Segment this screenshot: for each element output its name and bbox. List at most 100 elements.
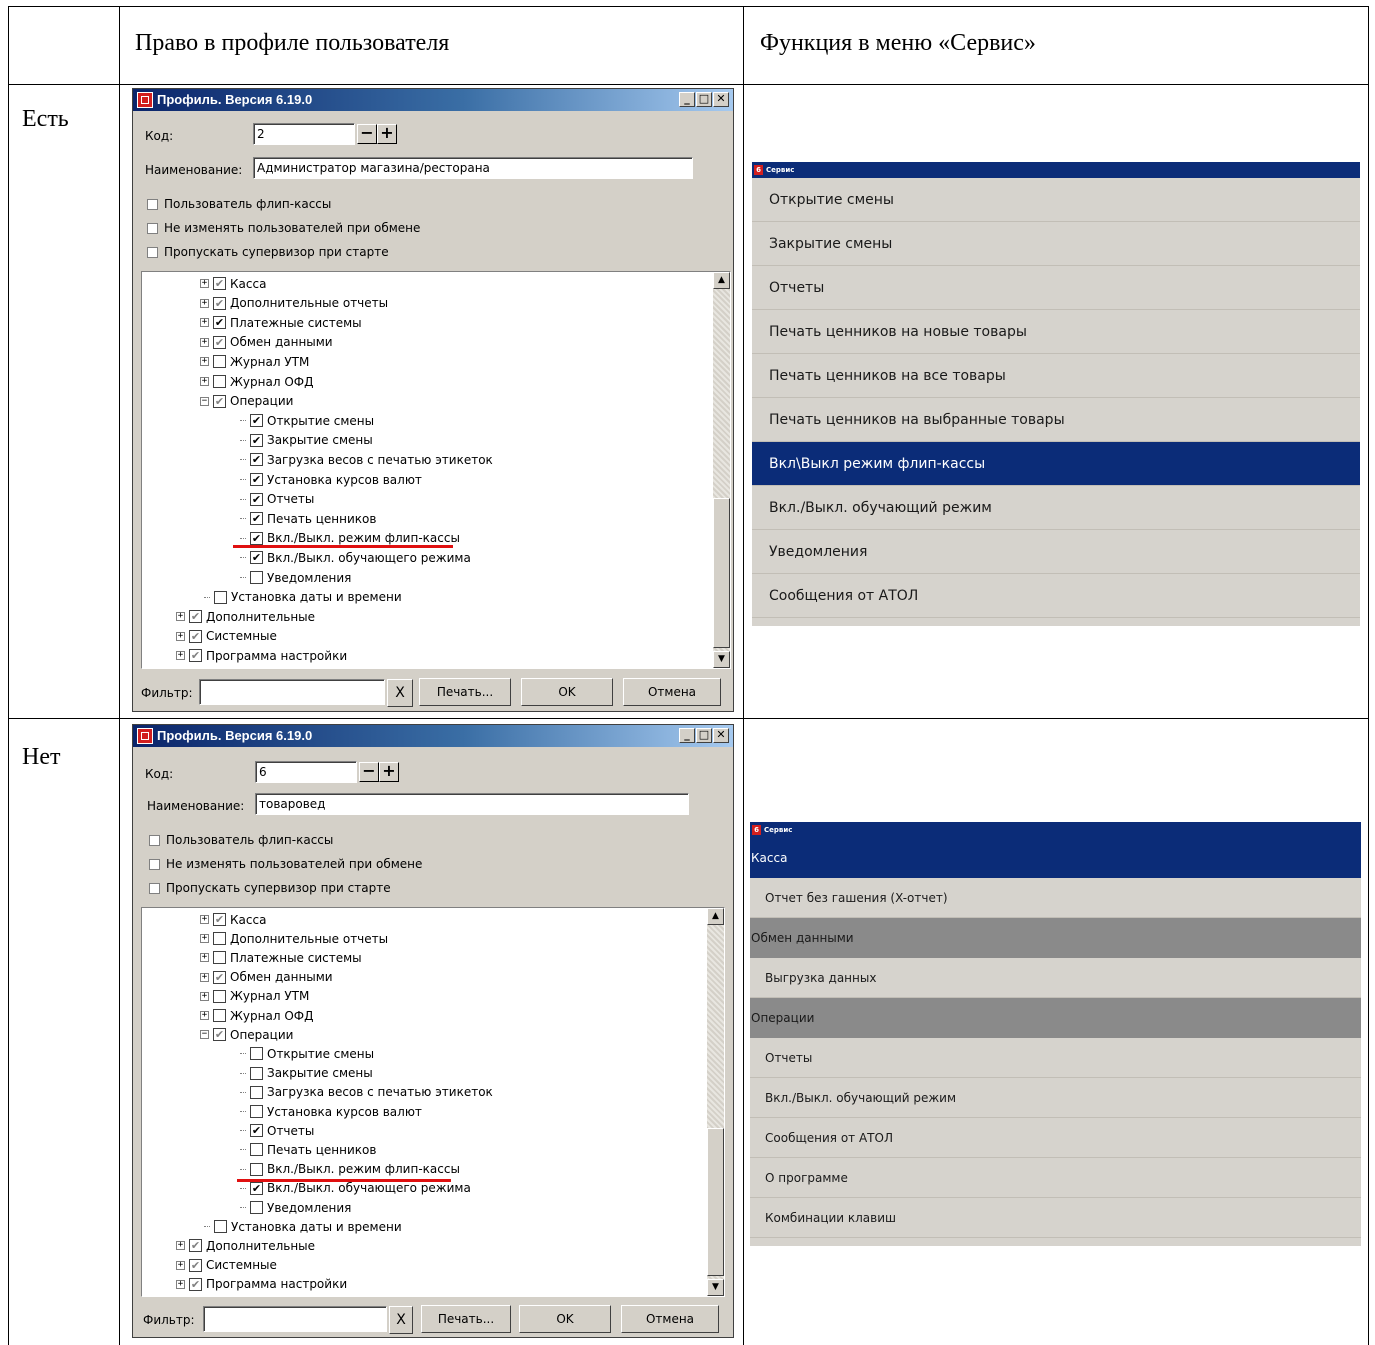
service-menu-group[interactable]: Обмен данными [750,918,1361,958]
scroll-down-arrow-icon[interactable]: ▼ [707,1279,724,1296]
tree-node[interactable]: + ✔ Системные [176,1256,277,1275]
tree-checkbox[interactable]: ✔ [189,1239,202,1253]
permissions-tree[interactable]: ▲ ▼ + ✔ Касса + Дополнительные отчеты + Платеж… [141,907,725,1297]
collapse-icon[interactable]: − [200,396,209,406]
tree-node[interactable]: ✔ Печать ценников [240,509,376,528]
tree-checkbox[interactable] [250,1162,263,1176]
minimize-button[interactable]: _ [679,728,695,743]
service-menu-item[interactable]: Сообщения от АТОЛ [752,574,1360,618]
service-menu-item[interactable]: Открытие смены [752,178,1360,222]
tree-node[interactable]: Открытие смены [240,1044,374,1063]
filter-input[interactable] [203,1306,387,1332]
close-button[interactable]: ✕ [713,728,729,743]
service-menu-item[interactable]: Печать ценников на новые товары [752,310,1360,354]
checkbox-no-change-users[interactable]: Не изменять пользователей при обмене [147,221,420,235]
service-menu-item[interactable]: Печать ценников на все товары [752,354,1360,398]
collapse-icon[interactable]: − [200,1030,209,1040]
tree-checkbox[interactable]: ✔ [213,296,226,310]
expand-icon[interactable]: + [176,631,185,641]
tree-checkbox[interactable] [250,1047,263,1061]
service-menu-item[interactable]: Вкл\Выкл режим флип-кассы [752,442,1360,486]
tree-checkbox[interactable]: ✔ [213,970,226,984]
print-button[interactable]: Печать... [419,678,511,706]
expand-icon[interactable]: + [200,972,209,982]
tree-node[interactable]: Загрузка весов с печатью этикеток [240,1083,493,1102]
tree-checkbox[interactable] [250,1085,263,1099]
tree-checkbox[interactable]: ✔ [213,394,226,408]
expand-icon[interactable]: + [176,612,185,622]
tree-node[interactable]: Установка даты и времени [204,588,402,607]
service-menu-item[interactable]: Печать ценников на выбранные товары [752,398,1360,442]
expand-icon[interactable]: + [176,1279,185,1289]
tree-node[interactable]: Вкл./Выкл. режим флип-кассы [240,1160,460,1179]
tree-node[interactable]: + Журнал ОФД [200,1006,313,1025]
tree-node[interactable]: + ✔ Дополнительные [176,1236,315,1255]
tree-checkbox[interactable]: ✔ [189,649,202,663]
tree-checkbox[interactable] [213,375,226,388]
expand-icon[interactable]: + [200,377,209,386]
tree-scrollbar[interactable]: ▲ ▼ [707,908,724,1296]
decrement-button[interactable]: − [359,762,379,782]
service-menu-item[interactable]: Вкл./Выкл. обучающий режим [750,1078,1361,1118]
tree-node[interactable]: − ✔ Операции [200,392,293,411]
dialog-titlebar[interactable]: Профиль. Версия 6.19.0 _ □ ✕ [133,89,733,111]
service-menu-item[interactable]: О программе [750,1158,1361,1198]
tree-checkbox[interactable]: ✔ [189,1277,202,1291]
tree-checkbox[interactable]: ✔ [213,277,226,290]
tree-node[interactable]: + ✔ Касса [200,274,266,293]
expand-icon[interactable]: + [200,915,209,924]
tree-node[interactable]: + ✔ Программа настройки [176,646,347,665]
filter-input[interactable] [199,679,385,705]
expand-icon[interactable]: + [200,279,209,288]
expand-icon[interactable]: + [176,1260,185,1270]
tree-checkbox[interactable] [213,989,226,1003]
decrement-button[interactable]: − [357,124,377,144]
ok-button[interactable]: OK [519,1305,611,1333]
tree-node[interactable]: Установка даты и времени [204,1217,402,1236]
scroll-thumb[interactable] [713,498,730,648]
tree-checkbox[interactable]: ✔ [250,1124,263,1138]
service-menu-item[interactable]: Отчеты [752,266,1360,310]
checkbox-skip-supervisor[interactable]: Пропускать супервизор при старте [147,245,389,259]
tree-node[interactable]: ✔ Загрузка весов с печатью этикеток [240,450,493,469]
service-menu-item[interactable]: Сообщения от АТОЛ [750,1118,1361,1158]
cancel-button[interactable]: Отмена [621,1305,719,1333]
tree-checkbox[interactable] [250,571,263,584]
dialog-titlebar[interactable]: Профиль. Версия 6.19.0 _ □ ✕ [133,725,733,747]
tree-checkbox[interactable]: ✔ [250,512,263,526]
tree-checkbox[interactable] [250,1105,263,1118]
service-menu-item[interactable]: Выгрузка данных [750,958,1361,998]
tree-node[interactable]: + ✔ Программа настройки [176,1275,347,1294]
minimize-button[interactable]: _ [679,92,695,107]
tree-checkbox[interactable]: ✔ [189,629,202,643]
tree-node[interactable]: + ✔ Дополнительные [176,607,315,626]
code-field[interactable]: 6 [255,761,357,783]
tree-checkbox[interactable]: ✔ [250,414,263,428]
code-field[interactable]: 2 [253,123,355,145]
expand-icon[interactable]: + [176,651,185,661]
checkbox-box[interactable] [147,198,158,210]
tree-node[interactable]: + ✔ Дополнительные отчеты [200,294,388,313]
tree-node[interactable]: + Дополнительные отчеты [200,929,388,948]
service-menu-item[interactable]: Уведомления [752,530,1360,574]
scroll-thumb[interactable] [707,1128,724,1276]
tree-node[interactable]: + ✔ Платежные системы [200,313,362,332]
tree-node[interactable]: ✔ Отчеты [240,490,314,509]
tree-checkbox[interactable]: ✔ [213,335,226,349]
increment-button[interactable]: + [377,124,397,144]
service-menu-item[interactable]: Вкл./Выкл. обучающий режим [752,486,1360,530]
checkbox-flip-user[interactable]: Пользователь флип-кассы [147,197,331,211]
tree-checkbox[interactable] [250,1066,263,1080]
clear-filter-button[interactable]: X [387,679,413,707]
service-menu-group[interactable]: Касса [750,838,1361,878]
checkbox-box[interactable] [147,246,158,258]
expand-icon[interactable]: + [200,934,209,944]
tree-checkbox[interactable] [213,951,226,965]
increment-button[interactable]: + [379,762,399,782]
tree-node[interactable]: ✔ Закрытие смены [240,431,373,450]
tree-checkbox[interactable]: ✔ [250,473,263,486]
checkbox-box[interactable] [149,858,160,870]
tree-checkbox[interactable]: ✔ [250,531,263,545]
tree-node[interactable]: + Платежные системы [200,948,362,967]
maximize-button[interactable]: □ [696,728,712,743]
